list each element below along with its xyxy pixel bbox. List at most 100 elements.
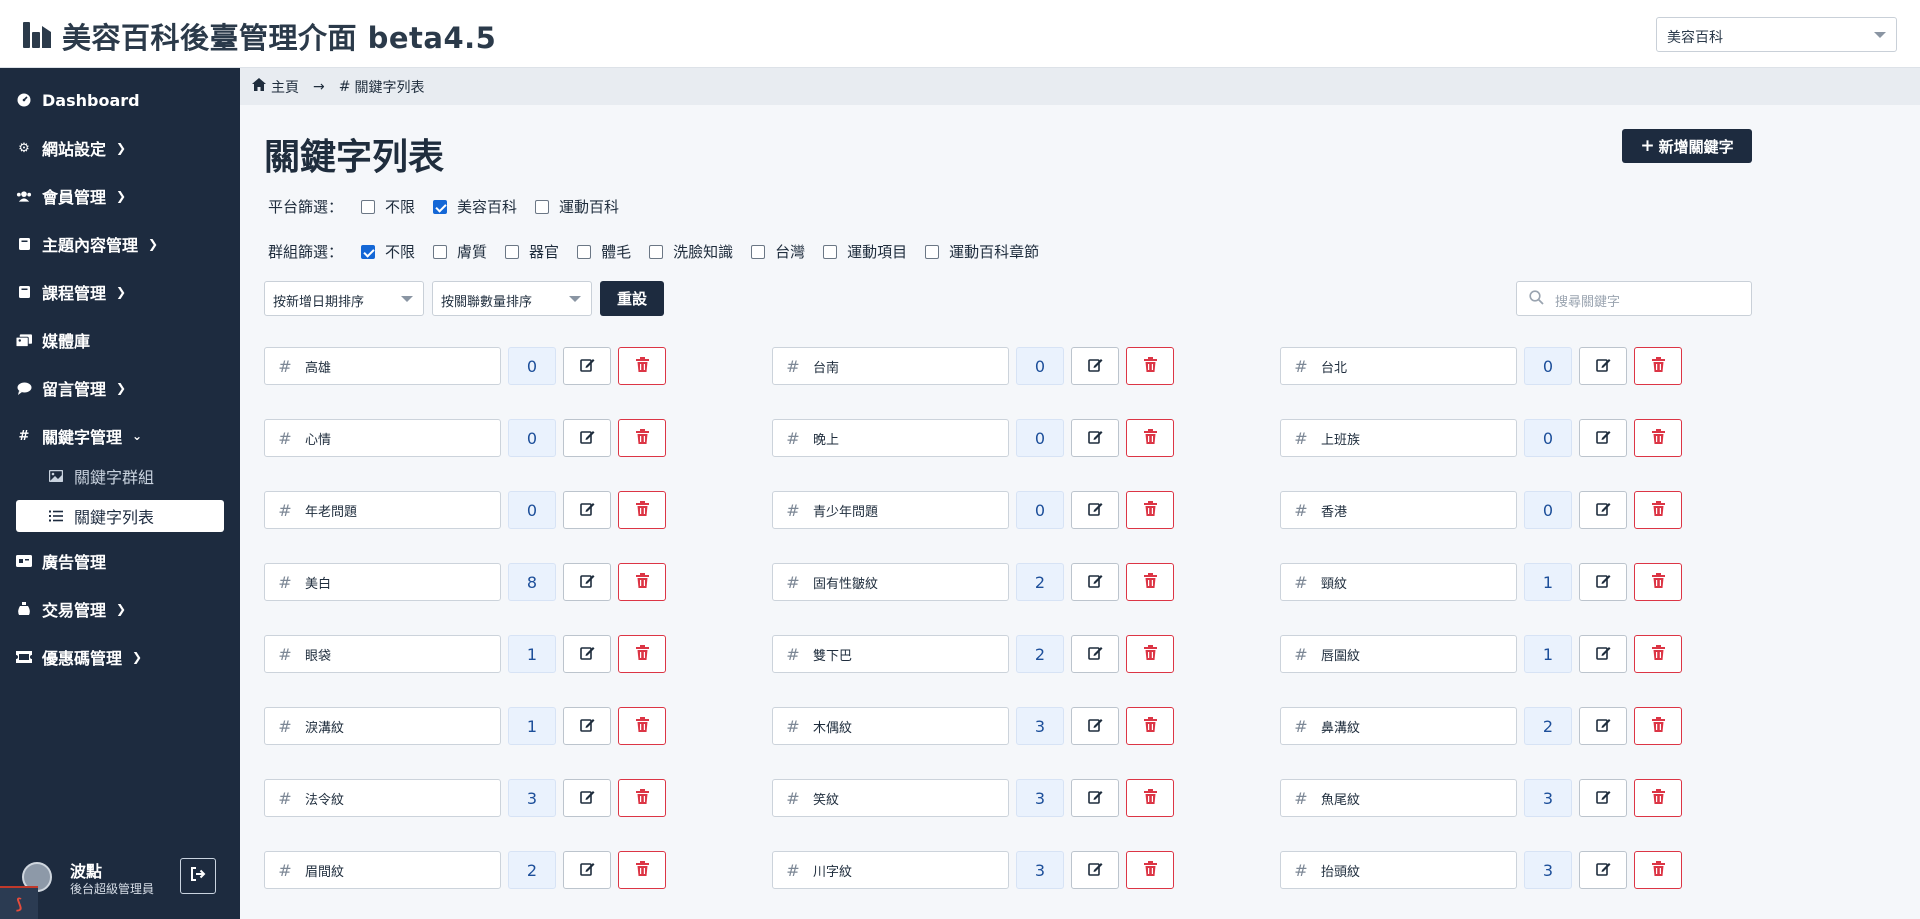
group-checkbox-sport-item[interactable]: 運動項目 <box>823 241 907 262</box>
delete-keyword-button[interactable] <box>1126 563 1174 601</box>
edit-keyword-button[interactable] <box>1579 419 1627 457</box>
delete-keyword-button[interactable] <box>1126 851 1174 889</box>
delete-keyword-button[interactable] <box>1126 707 1174 745</box>
platform-checkbox-sport[interactable]: 運動百科 <box>535 196 619 217</box>
edit-keyword-button[interactable] <box>563 419 611 457</box>
platform-checkbox-beauty[interactable]: 美容百科 <box>433 196 517 217</box>
platform-checkbox-all[interactable]: 不限 <box>361 196 415 217</box>
sidebar-item-topic-content[interactable]: 主題內容管理 ❯ <box>0 226 240 262</box>
edit-keyword-button[interactable] <box>563 491 611 529</box>
keyword-name-field[interactable]: # 抬頭紋 <box>1280 851 1517 889</box>
group-checkbox-face-wash[interactable]: 洗臉知識 <box>649 241 733 262</box>
edit-keyword-button[interactable] <box>1071 491 1119 529</box>
delete-keyword-button[interactable] <box>1126 635 1174 673</box>
keyword-name-field[interactable]: # 川字紋 <box>772 851 1009 889</box>
delete-keyword-button[interactable] <box>1634 707 1682 745</box>
keyword-name-field[interactable]: # 雙下巴 <box>772 635 1009 673</box>
edit-keyword-button[interactable] <box>1579 851 1627 889</box>
keyword-name-field[interactable]: # 台北 <box>1280 347 1517 385</box>
add-keyword-button[interactable]: + 新增關鍵字 <box>1622 129 1752 163</box>
keyword-name-field[interactable]: # 法令紋 <box>264 779 501 817</box>
keyword-name-field[interactable]: # 木偶紋 <box>772 707 1009 745</box>
edit-keyword-button[interactable] <box>1071 851 1119 889</box>
edit-keyword-button[interactable] <box>1071 419 1119 457</box>
keyword-name-field[interactable]: # 高雄 <box>264 347 501 385</box>
edit-keyword-button[interactable] <box>563 707 611 745</box>
breadcrumb-home[interactable]: 主頁 <box>271 77 299 97</box>
edit-keyword-button[interactable] <box>563 635 611 673</box>
delete-keyword-button[interactable] <box>1126 779 1174 817</box>
sidebar-item-keywords[interactable]: # 關鍵字管理 ⌄ <box>0 418 240 454</box>
keyword-name-field[interactable]: # 鼻溝紋 <box>1280 707 1517 745</box>
sidebar-item-ads[interactable]: 廣告管理 <box>0 543 240 579</box>
sort-by-date-select[interactable]: 按新增日期排序 <box>264 281 424 316</box>
delete-keyword-button[interactable] <box>1634 779 1682 817</box>
keyword-name-field[interactable]: # 青少年問題 <box>772 491 1009 529</box>
keyword-name-field[interactable]: # 美白 <box>264 563 501 601</box>
edit-keyword-button[interactable] <box>1579 563 1627 601</box>
edit-keyword-button[interactable] <box>1579 779 1627 817</box>
delete-keyword-button[interactable] <box>618 491 666 529</box>
keyword-name-field[interactable]: # 固有性皺紋 <box>772 563 1009 601</box>
keyword-name-field[interactable]: # 眼袋 <box>264 635 501 673</box>
edit-keyword-button[interactable] <box>1071 563 1119 601</box>
keyword-name-field[interactable]: # 晚上 <box>772 419 1009 457</box>
delete-keyword-button[interactable] <box>618 419 666 457</box>
delete-keyword-button[interactable] <box>1634 491 1682 529</box>
logout-button[interactable] <box>180 858 216 894</box>
sort-by-count-select[interactable]: 按關聯數量排序 <box>432 281 592 316</box>
edit-keyword-button[interactable] <box>1071 635 1119 673</box>
sidebar-subitem-keyword-groups[interactable]: 關鍵字群組 <box>16 460 224 492</box>
delete-keyword-button[interactable] <box>1634 635 1682 673</box>
reset-button[interactable]: 重設 <box>600 281 664 316</box>
group-checkbox-hair[interactable]: 體毛 <box>577 241 631 262</box>
delete-keyword-button[interactable] <box>618 635 666 673</box>
search-input[interactable]: 搜尋關鍵字 <box>1516 281 1752 316</box>
group-checkbox-organ[interactable]: 器官 <box>505 241 559 262</box>
edit-keyword-button[interactable] <box>1579 347 1627 385</box>
delete-keyword-button[interactable] <box>618 851 666 889</box>
keyword-name-field[interactable]: # 香港 <box>1280 491 1517 529</box>
keyword-name-field[interactable]: # 眉間紋 <box>264 851 501 889</box>
sidebar-item-comments[interactable]: 留言管理 ❯ <box>0 370 240 406</box>
keyword-name-field[interactable]: # 笑紋 <box>772 779 1009 817</box>
brand[interactable]: 美容百科後臺管理介面 beta4.5 <box>22 15 496 57</box>
sidebar-subitem-keyword-list[interactable]: 關鍵字列表 <box>16 500 224 532</box>
keyword-name-field[interactable]: # 淚溝紋 <box>264 707 501 745</box>
sidebar-item-coupons[interactable]: 優惠碼管理 ❯ <box>0 639 240 675</box>
keyword-name-field[interactable]: # 年老問題 <box>264 491 501 529</box>
delete-keyword-button[interactable] <box>618 779 666 817</box>
edit-keyword-button[interactable] <box>563 347 611 385</box>
edit-keyword-button[interactable] <box>1071 347 1119 385</box>
edit-keyword-button[interactable] <box>1071 779 1119 817</box>
delete-keyword-button[interactable] <box>618 707 666 745</box>
keyword-name-field[interactable]: # 上班族 <box>1280 419 1517 457</box>
sidebar-item-transactions[interactable]: 交易管理 ❯ <box>0 591 240 627</box>
delete-keyword-button[interactable] <box>1634 563 1682 601</box>
group-checkbox-taiwan[interactable]: 台灣 <box>751 241 805 262</box>
edit-keyword-button[interactable] <box>1071 707 1119 745</box>
delete-keyword-button[interactable] <box>618 347 666 385</box>
edit-keyword-button[interactable] <box>1579 707 1627 745</box>
keyword-name-field[interactable]: # 頸紋 <box>1280 563 1517 601</box>
delete-keyword-button[interactable] <box>1126 491 1174 529</box>
delete-keyword-button[interactable] <box>1634 851 1682 889</box>
delete-keyword-button[interactable] <box>1126 419 1174 457</box>
delete-keyword-button[interactable] <box>1634 347 1682 385</box>
keyword-name-field[interactable]: # 心情 <box>264 419 501 457</box>
sidebar-item-courses[interactable]: 課程管理 ❯ <box>0 274 240 310</box>
group-checkbox-sport-chapter[interactable]: 運動百科章節 <box>925 241 1039 262</box>
sidebar-item-site-settings[interactable]: ⚙ 網站設定 ❯ <box>0 130 240 166</box>
delete-keyword-button[interactable] <box>1126 347 1174 385</box>
edit-keyword-button[interactable] <box>1579 491 1627 529</box>
site-selector[interactable]: 美容百科 <box>1656 17 1897 52</box>
edit-keyword-button[interactable] <box>563 851 611 889</box>
edit-keyword-button[interactable] <box>563 563 611 601</box>
edit-keyword-button[interactable] <box>563 779 611 817</box>
delete-keyword-button[interactable] <box>618 563 666 601</box>
group-checkbox-all[interactable]: 不限 <box>361 241 415 262</box>
sidebar-item-dashboard[interactable]: Dashboard <box>0 82 240 118</box>
sidebar-item-members[interactable]: 會員管理 ❯ <box>0 178 240 214</box>
laravel-debug-icon[interactable]: ⟆ <box>0 886 38 919</box>
edit-keyword-button[interactable] <box>1579 635 1627 673</box>
